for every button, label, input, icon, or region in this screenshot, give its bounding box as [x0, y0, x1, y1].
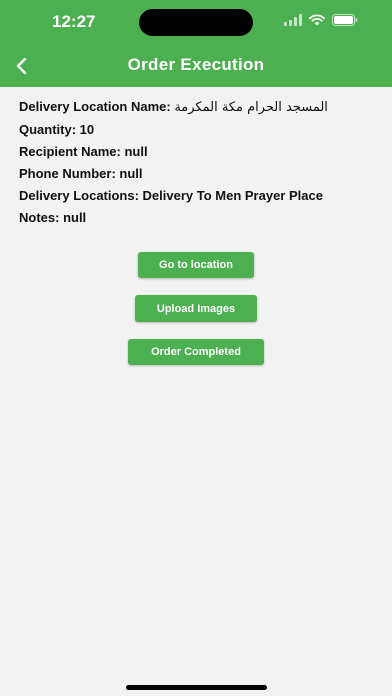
status-time: 12:27 [52, 12, 96, 31]
detail-label: Notes: [19, 210, 64, 225]
detail-delivery-locations: Delivery Locations: Delivery To Men Pray… [19, 188, 369, 203]
detail-value: المسجد الحرام مكة المكرمة [174, 100, 328, 115]
app-bar: Order Execution [0, 44, 392, 87]
detail-value: null [63, 210, 87, 225]
detail-label: Delivery Locations: [19, 188, 143, 203]
detail-phone-number: Phone Number: null [19, 166, 369, 181]
battery-icon [332, 14, 358, 26]
wifi-icon [309, 14, 325, 26]
detail-notes: Notes: null [19, 210, 369, 225]
status-bar: 12:27 [0, 0, 392, 44]
detail-label: Quantity: [19, 122, 80, 137]
go-to-location-button[interactable]: Go to location [138, 252, 254, 278]
detail-delivery-location-name: Delivery Location Name: المسجد الحرام مك… [19, 99, 369, 115]
upload-images-button[interactable]: Upload Images [135, 295, 257, 322]
page-title: Order Execution [127, 55, 265, 74]
status-icons [284, 14, 358, 26]
detail-label: Phone Number: [19, 166, 120, 181]
home-indicator [126, 685, 267, 690]
detail-recipient-name: Recipient Name: null [19, 144, 369, 159]
signal-icon [284, 14, 302, 26]
dynamic-island [139, 9, 253, 36]
detail-label: Recipient Name: [19, 144, 125, 159]
detail-quantity: Quantity: 10 [19, 122, 369, 137]
detail-value: null [124, 144, 148, 159]
detail-value: Delivery To Men Prayer Place [142, 188, 323, 203]
order-details: Delivery Location Name: المسجد الحرام مك… [19, 99, 369, 232]
detail-value: null [119, 166, 143, 181]
header: 12:27 Order Execution [0, 0, 392, 87]
order-completed-button[interactable]: Order Completed [128, 339, 264, 365]
detail-label: Delivery Location Name: [19, 99, 175, 114]
detail-value: 10 [79, 122, 95, 137]
